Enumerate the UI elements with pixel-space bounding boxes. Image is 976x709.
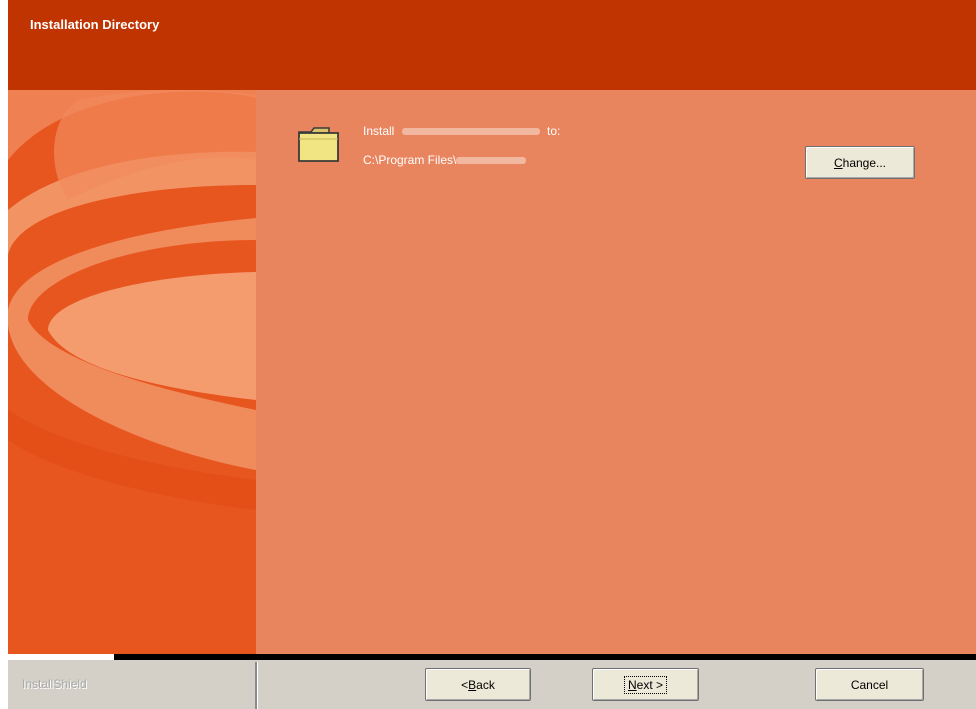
header-banner: Installation Directory	[8, 0, 976, 90]
change-button-label: hange...	[842, 155, 887, 170]
install-target-label: Install to:	[363, 124, 560, 138]
window-edge	[0, 0, 8, 709]
installshield-brand: InstallShield	[22, 677, 87, 691]
back-button-prefix: <	[461, 677, 469, 692]
cancel-button[interactable]: Cancel	[815, 668, 924, 701]
footer-separator	[255, 662, 258, 709]
installer-window: Installation Directory Install to: C:\Pr…	[0, 0, 976, 709]
redacted-folder-name	[456, 157, 527, 165]
back-button[interactable]: < Back	[425, 668, 531, 701]
install-path: C:\Program Files\	[363, 153, 527, 167]
back-button-mnemonic: B	[468, 677, 477, 692]
change-button[interactable]: Change...	[805, 146, 915, 179]
next-button-mnemonic: N	[627, 677, 637, 692]
decorative-side-panel	[8, 90, 256, 654]
cancel-button-label: Cancel	[850, 677, 889, 692]
page-title: Installation Directory	[30, 17, 160, 32]
next-button-focus-ring: Next >	[623, 675, 668, 694]
folder-icon	[298, 127, 339, 162]
swirl-graphic	[8, 90, 256, 654]
back-button-label: ack	[476, 677, 495, 692]
install-path-prefix: C:\Program Files\	[363, 153, 457, 167]
redacted-product-name	[401, 128, 540, 136]
next-button[interactable]: Next >	[592, 668, 699, 701]
install-prefix: Install	[363, 124, 395, 138]
install-suffix: to:	[547, 124, 561, 138]
change-button-mnemonic: C	[833, 155, 843, 170]
next-button-label: ext >	[636, 677, 664, 692]
